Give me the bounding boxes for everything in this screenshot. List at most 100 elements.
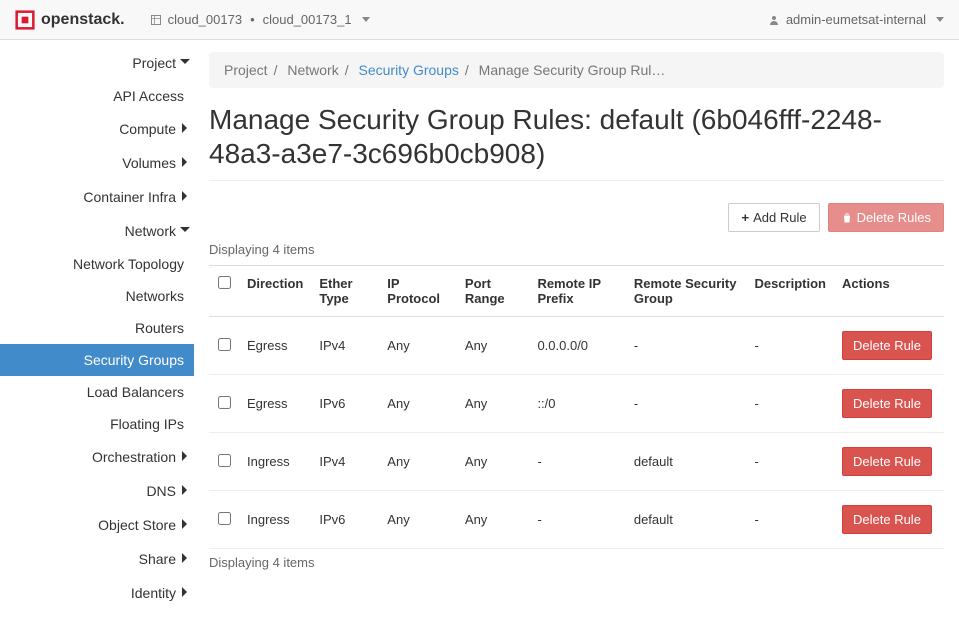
trash-icon — [841, 212, 853, 224]
nav-security-groups[interactable]: Security Groups — [0, 344, 194, 376]
nav-compute[interactable]: Compute — [0, 112, 194, 146]
chevron-icon — [176, 483, 194, 499]
row-checkbox[interactable] — [218, 396, 231, 409]
brand-text: openstack. — [41, 11, 125, 29]
user-menu[interactable]: admin-eumetsat-internal — [768, 12, 944, 27]
chevron-icon — [176, 121, 194, 137]
cell-ip-protocol: Any — [379, 375, 457, 433]
cell-direction: Egress — [239, 317, 311, 375]
table-row: IngressIPv4AnyAny-default-Delete Rule — [209, 433, 944, 491]
cell-direction: Egress — [239, 375, 311, 433]
cell-port-range: Any — [457, 317, 530, 375]
delete-rule-button[interactable]: Delete Rule — [842, 331, 932, 360]
delete-rule-button[interactable]: Delete Rule — [842, 505, 932, 534]
breadcrumb-security-groups[interactable]: Security Groups — [359, 62, 459, 78]
nav-load-balancers[interactable]: Load Balancers — [0, 376, 194, 408]
cell-ether-type: IPv6 — [311, 375, 379, 433]
nav-container-infra[interactable]: Container Infra — [0, 180, 194, 214]
cell-remote-ip: - — [529, 491, 625, 549]
row-checkbox[interactable] — [218, 454, 231, 467]
row-checkbox[interactable] — [218, 512, 231, 525]
cell-remote-sg: - — [626, 317, 747, 375]
nav-routers[interactable]: Routers — [0, 312, 194, 344]
cell-direction: Ingress — [239, 433, 311, 491]
context-selector[interactable]: cloud_00173 • cloud_00173_1 — [150, 12, 370, 27]
select-all-checkbox[interactable] — [218, 276, 231, 289]
nav-orchestration[interactable]: Orchestration — [0, 440, 194, 474]
chevron-icon — [176, 585, 194, 601]
chevron-down-icon — [362, 17, 370, 22]
page-title: Manage Security Group Rules: default (6b… — [209, 103, 944, 181]
col-direction[interactable]: Direction — [239, 266, 311, 317]
cell-description: - — [746, 491, 834, 549]
select-all-header — [209, 266, 239, 317]
nav-dns[interactable]: DNS — [0, 474, 194, 508]
breadcrumb-project[interactable]: Project — [224, 62, 268, 78]
chevron-down-icon — [936, 17, 944, 22]
chevron-icon — [176, 223, 194, 239]
cell-port-range: Any — [457, 491, 530, 549]
breadcrumb-current: Manage Security Group Rul… — [479, 62, 666, 78]
chevron-icon — [176, 517, 194, 533]
nav-api-access[interactable]: API Access — [0, 80, 194, 112]
domain-icon — [150, 14, 162, 26]
delete-rules-button[interactable]: Delete Rules — [828, 203, 944, 232]
col-remote-sg[interactable]: Remote Security Group — [626, 266, 747, 317]
user-name: admin-eumetsat-internal — [786, 12, 926, 27]
cell-ether-type: IPv4 — [311, 433, 379, 491]
row-checkbox[interactable] — [218, 338, 231, 351]
table-row: EgressIPv6AnyAny::/0--Delete Rule — [209, 375, 944, 433]
cell-remote-sg: - — [626, 375, 747, 433]
cell-ip-protocol: Any — [379, 433, 457, 491]
cell-remote-ip: 0.0.0.0/0 — [529, 317, 625, 375]
chevron-icon — [176, 55, 194, 71]
chevron-icon — [176, 449, 194, 465]
col-ip-protocol[interactable]: IP Protocol — [379, 266, 457, 317]
cell-ether-type: IPv6 — [311, 491, 379, 549]
nav-volumes[interactable]: Volumes — [0, 146, 194, 180]
cell-remote-sg: default — [626, 491, 747, 549]
cell-remote-ip: ::/0 — [529, 375, 625, 433]
add-rule-button[interactable]: + Add Rule — [728, 203, 819, 232]
nav-network[interactable]: Network — [0, 214, 194, 248]
actions-row: + Add Rule Delete Rules — [209, 203, 944, 232]
chevron-icon — [176, 155, 194, 171]
col-port-range[interactable]: Port Range — [457, 266, 530, 317]
brand-logo[interactable]: openstack. — [15, 10, 125, 30]
nav-networks[interactable]: Networks — [0, 280, 194, 312]
chevron-icon — [176, 189, 194, 205]
breadcrumb: Project/ Network/ Security Groups/ Manag… — [209, 52, 944, 88]
cell-remote-sg: default — [626, 433, 747, 491]
delete-rule-button[interactable]: Delete Rule — [842, 389, 932, 418]
main-content: Project/ Network/ Security Groups/ Manag… — [194, 40, 959, 610]
chevron-icon — [176, 551, 194, 567]
user-icon — [768, 14, 780, 26]
col-remote-ip[interactable]: Remote IP Prefix — [529, 266, 625, 317]
nav-network-topology[interactable]: Network Topology — [0, 248, 194, 280]
cell-description: - — [746, 433, 834, 491]
table-row: IngressIPv6AnyAny-default-Delete Rule — [209, 491, 944, 549]
cell-ip-protocol: Any — [379, 491, 457, 549]
breadcrumb-network[interactable]: Network — [287, 62, 338, 78]
col-ether-type[interactable]: Ether Type — [311, 266, 379, 317]
nav-identity[interactable]: Identity — [0, 576, 194, 610]
cell-remote-ip: - — [529, 433, 625, 491]
cell-direction: Ingress — [239, 491, 311, 549]
cell-ip-protocol: Any — [379, 317, 457, 375]
cell-port-range: Any — [457, 433, 530, 491]
nav-project[interactable]: Project — [0, 46, 194, 80]
context-region: cloud_00173 — [168, 12, 242, 27]
table-row: EgressIPv4AnyAny0.0.0.0/0--Delete Rule — [209, 317, 944, 375]
context-separator: • — [250, 12, 255, 27]
nav-share[interactable]: Share — [0, 542, 194, 576]
count-label-top: Displaying 4 items — [209, 242, 944, 257]
sidebar: Project API Access Compute Volumes Conta… — [0, 40, 194, 610]
cell-port-range: Any — [457, 375, 530, 433]
count-label-bottom: Displaying 4 items — [209, 555, 944, 570]
col-description[interactable]: Description — [746, 266, 834, 317]
openstack-icon — [15, 10, 35, 30]
cell-ether-type: IPv4 — [311, 317, 379, 375]
nav-floating-ips[interactable]: Floating IPs — [0, 408, 194, 440]
nav-object-store[interactable]: Object Store — [0, 508, 194, 542]
delete-rule-button[interactable]: Delete Rule — [842, 447, 932, 476]
